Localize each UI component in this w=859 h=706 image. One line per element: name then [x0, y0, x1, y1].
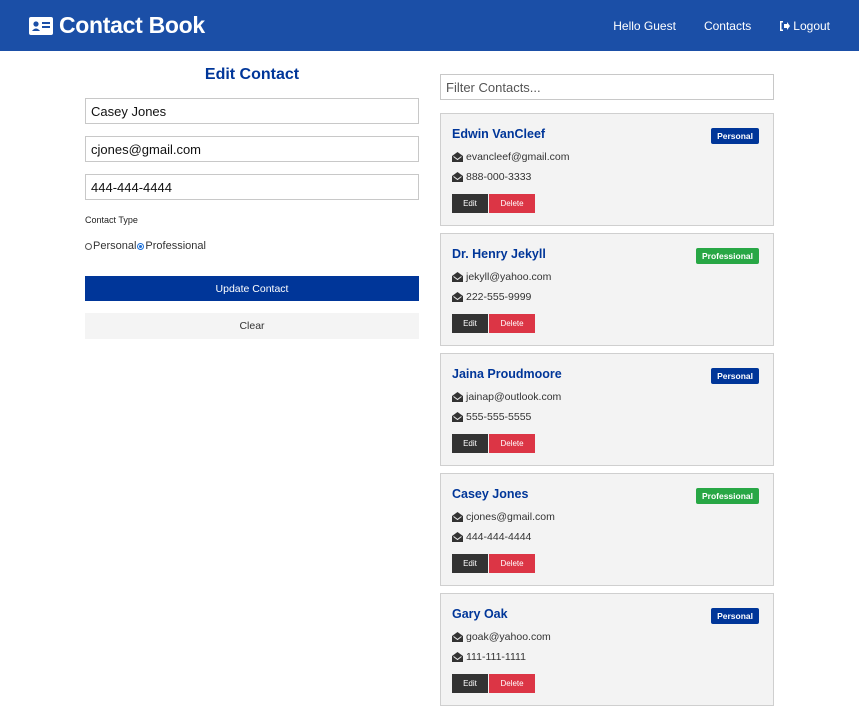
contact-email-row: goak@yahoo.com [452, 631, 551, 643]
envelope-open-icon [452, 272, 463, 282]
contact-email-row: cjones@gmail.com [452, 511, 555, 523]
brand[interactable]: Contact Book [29, 0, 205, 51]
envelope-open-icon [452, 292, 463, 302]
contact-name: Casey Jones [452, 487, 529, 501]
contact-list: Edwin VanCleef Personal evancleef@gmail.… [440, 113, 774, 706]
contact-actions: Edit Delete [452, 554, 535, 573]
logout-icon [780, 20, 791, 31]
contact-phone: 888-000-3333 [466, 171, 532, 183]
radio-professional[interactable] [137, 242, 145, 250]
contact-card: Gary Oak Personal goak@yahoo.com 111-111… [440, 593, 774, 706]
contact-type-badge: Professional [695, 488, 759, 504]
envelope-open-icon [452, 392, 463, 402]
contact-phone: 444-444-4444 [466, 531, 532, 543]
edit-button[interactable]: Edit [452, 194, 488, 213]
edit-button[interactable]: Edit [452, 434, 488, 453]
contact-email-row: evancleef@gmail.com [452, 151, 569, 163]
contact-actions: Edit Delete [452, 314, 535, 333]
filter-contacts-input[interactable] [440, 74, 774, 100]
contact-email-row: jainap@outlook.com [452, 391, 561, 403]
contact-actions: Edit Delete [452, 194, 535, 213]
id-card-icon [29, 16, 53, 35]
delete-button[interactable]: Delete [489, 434, 535, 453]
email-input[interactable] [85, 136, 419, 162]
contact-type-badge: Professional [695, 248, 759, 264]
delete-button[interactable]: Delete [489, 554, 535, 573]
radio-professional-label: Professional [145, 240, 206, 252]
contact-name: Edwin VanCleef [452, 127, 546, 141]
delete-button[interactable]: Delete [489, 194, 535, 213]
contact-card: Jaina Proudmoore Personal jainap@outlook… [440, 353, 774, 466]
nav-links: Hello Guest Contacts Logout [585, 0, 830, 51]
nav-contacts-link[interactable]: Contacts [704, 19, 751, 33]
contact-email-row: jekyll@yahoo.com [452, 271, 551, 283]
contact-email: goak@yahoo.com [466, 631, 551, 643]
navbar: Contact Book Hello Guest Contacts Logout [0, 0, 859, 51]
contact-name: Gary Oak [452, 607, 508, 621]
edit-button[interactable]: Edit [452, 554, 488, 573]
contact-type-badge: Personal [711, 128, 759, 144]
envelope-open-icon [452, 172, 463, 182]
radio-personal[interactable] [85, 242, 92, 250]
contact-email: evancleef@gmail.com [466, 151, 570, 163]
contact-email: jekyll@yahoo.com [466, 271, 552, 283]
contact-phone: 555-555-5555 [466, 411, 532, 423]
contact-type-badge: Personal [711, 608, 759, 624]
edit-button[interactable]: Edit [452, 674, 488, 693]
contact-card: Dr. Henry Jekyll Professional jekyll@yah… [440, 233, 774, 346]
nav-logout-link[interactable]: Logout [779, 19, 830, 33]
contact-name: Dr. Henry Jekyll [452, 247, 546, 261]
contact-phone: 111-111-1111 [466, 651, 526, 663]
envelope-open-icon [452, 532, 463, 542]
edit-button[interactable]: Edit [452, 314, 488, 333]
envelope-open-icon [452, 512, 463, 522]
contacts-panel: Edwin VanCleef Personal evancleef@gmail.… [440, 51, 774, 706]
contact-phone-row: 222-555-9999 [452, 291, 531, 303]
contact-actions: Edit Delete [452, 434, 535, 453]
envelope-open-icon [452, 412, 463, 422]
app-title: Contact Book [59, 12, 205, 38]
contact-actions: Edit Delete [452, 674, 535, 693]
radio-personal-label: Personal [93, 240, 137, 252]
contact-type-radio-group: Personal Professional [85, 240, 419, 252]
delete-button[interactable]: Delete [489, 314, 535, 333]
contact-phone-row: 444-444-4444 [452, 531, 531, 543]
contact-email: jainap@outlook.com [466, 391, 562, 403]
contact-card: Casey Jones Professional cjones@gmail.co… [440, 473, 774, 586]
edit-contact-form: Edit Contact Contact Type Personal Profe… [85, 51, 419, 339]
contact-card: Edwin VanCleef Personal evancleef@gmail.… [440, 113, 774, 226]
envelope-open-icon [452, 152, 463, 162]
contact-email: cjones@gmail.com [466, 511, 555, 523]
contact-name: Jaina Proudmoore [452, 367, 562, 381]
logout-label: Logout [793, 18, 830, 33]
form-title: Edit Contact [204, 66, 300, 83]
delete-button[interactable]: Delete [489, 674, 535, 693]
contact-phone: 222-555-9999 [466, 291, 532, 303]
contact-type-label: Contact Type [85, 215, 138, 225]
contact-phone-row: 555-555-5555 [452, 411, 531, 423]
phone-input[interactable] [85, 174, 419, 200]
contact-type-badge: Personal [711, 368, 759, 384]
update-contact-button[interactable]: Update Contact [85, 276, 419, 301]
contact-phone-row: 888-000-3333 [452, 171, 531, 183]
envelope-open-icon [452, 652, 463, 662]
envelope-open-icon [452, 632, 463, 642]
contact-phone-row: 111-111-1111 [452, 651, 526, 663]
clear-button[interactable]: Clear [85, 313, 419, 339]
name-input[interactable] [85, 98, 419, 124]
nav-greeting: Hello Guest [613, 18, 676, 33]
